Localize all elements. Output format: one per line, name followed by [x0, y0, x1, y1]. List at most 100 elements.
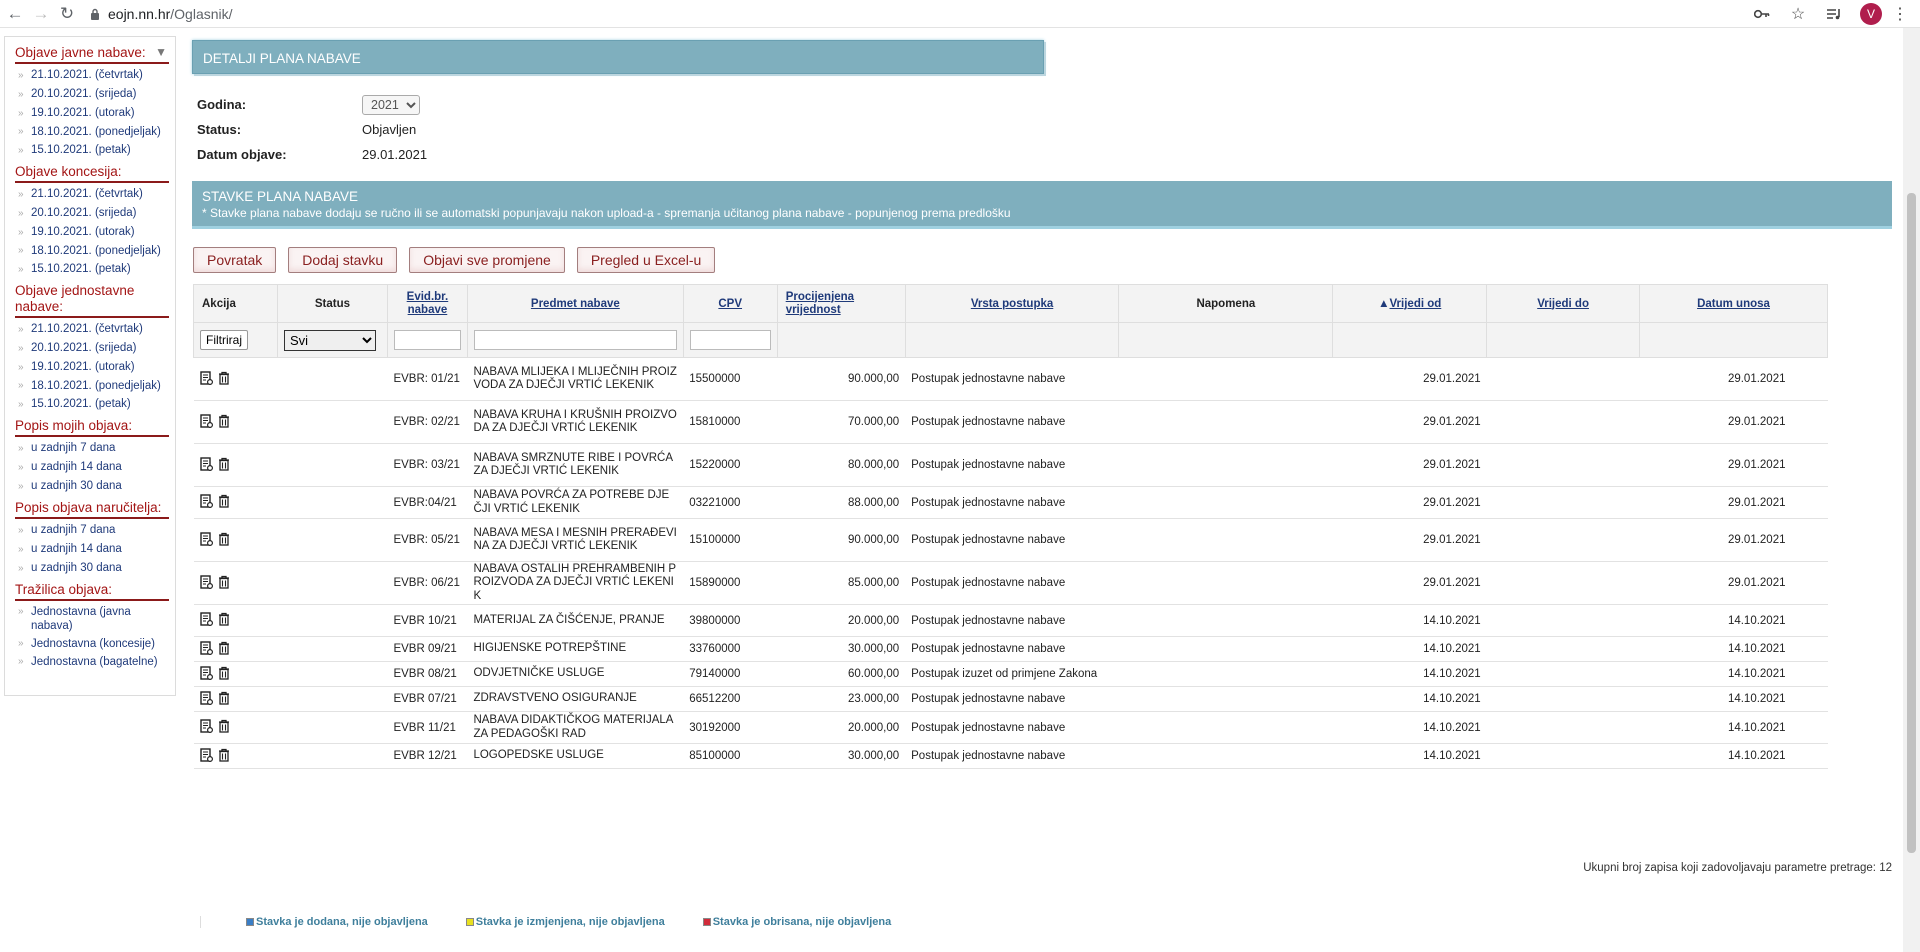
- back-arrow-icon[interactable]: ←: [2, 1, 28, 27]
- delete-trash-icon[interactable]: [218, 532, 233, 549]
- edit-details-icon[interactable]: [199, 640, 215, 658]
- sidebar-link[interactable]: u zadnjih 7 dana: [15, 439, 169, 458]
- delete-trash-icon[interactable]: [218, 575, 233, 592]
- row-cpv: 30192000: [683, 711, 778, 744]
- sidebar-link[interactable]: 19.10.2021. (utorak): [15, 223, 169, 242]
- sidebar-link[interactable]: 21.10.2021. (četvrtak): [15, 320, 169, 339]
- dodaj-stavku-button[interactable]: Dodaj stavku: [288, 247, 398, 273]
- filter-button[interactable]: Filtriraj: [200, 330, 248, 350]
- key-icon[interactable]: [1744, 9, 1780, 19]
- sidebar-link[interactable]: 15.10.2021. (petak): [15, 141, 169, 160]
- forward-arrow-icon[interactable]: →: [28, 1, 54, 27]
- sidebar-link[interactable]: 18.10.2021. (ponedjeljak): [15, 377, 169, 395]
- delete-trash-icon[interactable]: [218, 748, 233, 765]
- row-actions: [193, 443, 278, 487]
- sidebar-link[interactable]: u zadnjih 14 dana: [15, 540, 169, 559]
- edit-details-icon[interactable]: [199, 413, 215, 431]
- delete-trash-icon[interactable]: [218, 494, 233, 511]
- predmet-filter-input[interactable]: [473, 330, 677, 350]
- row-predmet: NABAVA POVRĆA ZA POTREBE DJEČJI VRTIĆ LE…: [467, 486, 684, 519]
- col-vrijedi-do[interactable]: Vrijedi do: [1486, 284, 1641, 323]
- col-evid[interactable]: Evid.br. nabave: [386, 284, 468, 323]
- row-vrijednost: 70.000,00: [777, 400, 906, 444]
- status-filter-select[interactable]: Svi: [283, 329, 376, 351]
- sidebar-link[interactable]: 15.10.2021. (petak): [15, 395, 169, 414]
- edit-details-icon[interactable]: [199, 747, 215, 765]
- objavi-promjene-button[interactable]: Objavi sve promjene: [409, 247, 565, 273]
- delete-trash-icon[interactable]: [218, 414, 233, 431]
- year-select[interactable]: 2021: [362, 94, 420, 115]
- sidebar-link[interactable]: 21.10.2021. (četvrtak): [15, 66, 169, 85]
- sidebar-link[interactable]: 21.10.2021. (četvrtak): [15, 185, 169, 204]
- sidebar-link[interactable]: u zadnjih 7 dana: [15, 521, 169, 540]
- excel-preview-button[interactable]: Pregled u Excel-u: [576, 247, 716, 273]
- edit-details-icon[interactable]: [199, 719, 215, 736]
- delete-trash-icon[interactable]: [218, 691, 233, 708]
- sidebar-link[interactable]: 20.10.2021. (srijeda): [15, 339, 169, 358]
- table-row: EVBR 08/21 ODVJETNIČKE USLUGE 79140000 60.0…: [193, 661, 1828, 687]
- sidebar-link[interactable]: Jednostavna (koncesije): [15, 635, 169, 653]
- row-vrsta: Postupak jednostavne nabave: [905, 743, 1119, 769]
- scrollbar-thumb[interactable]: [1907, 193, 1916, 853]
- evid-filter-input[interactable]: [393, 330, 461, 350]
- edit-details-icon[interactable]: [199, 574, 215, 592]
- delete-trash-icon[interactable]: [218, 641, 233, 658]
- sidebar-link[interactable]: u zadnjih 30 dana: [15, 477, 169, 496]
- edit-details-icon[interactable]: [199, 690, 215, 708]
- row-vrijednost: 88.000,00: [777, 486, 906, 519]
- col-predmet[interactable]: Predmet nabave: [466, 284, 684, 323]
- col-datum-unosa[interactable]: Datum unosa: [1639, 284, 1828, 323]
- sidebar-link[interactable]: 18.10.2021. (ponedjeljak): [15, 123, 169, 141]
- sidebar-link[interactable]: 19.10.2021. (utorak): [15, 358, 169, 377]
- delete-trash-icon[interactable]: [218, 612, 233, 629]
- sidebar-link[interactable]: Jednostavna (javna nabava): [15, 603, 169, 635]
- edit-details-icon[interactable]: [199, 531, 215, 549]
- more-menu-icon[interactable]: ⋮: [1890, 4, 1910, 24]
- profile-avatar[interactable]: V: [1860, 2, 1882, 25]
- star-icon[interactable]: ☆: [1780, 4, 1816, 24]
- povratak-button[interactable]: Povratak: [193, 247, 277, 273]
- delete-trash-icon[interactable]: [218, 666, 233, 683]
- legend-label: Stavka je izmjenjena, nije objavljena: [475, 916, 665, 928]
- col-status: Status: [276, 284, 388, 323]
- table-row: EVBR: 03/21 NABAVA SMRZNUTE RIBE I POVRĆA…: [193, 443, 1828, 487]
- sidebar-link[interactable]: u zadnjih 14 dana: [15, 458, 169, 477]
- col-cpv[interactable]: CPV: [682, 284, 778, 323]
- playlist-icon[interactable]: [1816, 8, 1852, 20]
- row-predmet: ODVJETNIČKE USLUGE: [467, 661, 684, 687]
- edit-details-icon[interactable]: [199, 370, 215, 388]
- sidebar-section-label: Objave jednostavne nabave:: [15, 283, 135, 314]
- edit-details-icon[interactable]: [199, 494, 215, 511]
- row-status: [277, 486, 388, 519]
- row-status: [277, 604, 388, 637]
- sidebar-link[interactable]: u zadnjih 30 dana: [15, 559, 169, 578]
- row-vrsta: Postupak jednostavne nabave: [905, 486, 1119, 519]
- edit-details-icon[interactable]: [199, 612, 215, 629]
- sidebar-link[interactable]: Jednostavna (bagatelne): [15, 653, 169, 671]
- address-bar[interactable]: eojn.nn.hr/Oglasnik/: [90, 2, 1744, 26]
- sidebar-link[interactable]: 20.10.2021. (srijeda): [15, 204, 169, 223]
- delete-trash-icon[interactable]: [218, 371, 233, 388]
- table-row: EVBR: 01/21 NABAVA MLIJEKA I MLIJEČNIH PR…: [193, 357, 1828, 401]
- col-vrijedi-od[interactable]: ▲Vrijedi od: [1332, 284, 1488, 323]
- sidebar-link[interactable]: 19.10.2021. (utorak): [15, 104, 169, 123]
- col-vrsta[interactable]: Vrsta postupka: [904, 284, 1120, 323]
- total-count: Ukupni broj zapisa koji zadovoljavaju pa…: [1583, 862, 1892, 874]
- row-napomena: [1118, 443, 1333, 487]
- reload-icon[interactable]: ↻: [54, 1, 80, 27]
- delete-trash-icon[interactable]: [218, 719, 233, 736]
- page-scrollbar[interactable]: [1903, 28, 1920, 952]
- row-predmet: NABAVA KRUHA I KRUŠNIH PROIZVODA ZA DJEČ…: [467, 400, 684, 444]
- sidebar-link[interactable]: 20.10.2021. (srijeda): [15, 85, 169, 104]
- edit-details-icon[interactable]: [199, 665, 215, 683]
- collapse-arrow-icon[interactable]: ▼: [155, 44, 167, 60]
- row-vrijedi-do: [1486, 711, 1640, 744]
- sidebar-link[interactable]: 18.10.2021. (ponedjeljak): [15, 242, 169, 260]
- cpv-filter-input[interactable]: [689, 330, 771, 350]
- delete-trash-icon[interactable]: [218, 457, 233, 474]
- col-vrijednost[interactable]: Procijenjena vrijednost: [776, 284, 906, 323]
- row-evid: EVBR:04/21: [387, 486, 468, 519]
- sidebar-link[interactable]: 15.10.2021. (petak): [15, 260, 169, 279]
- edit-details-icon[interactable]: [199, 456, 215, 474]
- row-napomena: [1118, 661, 1333, 687]
